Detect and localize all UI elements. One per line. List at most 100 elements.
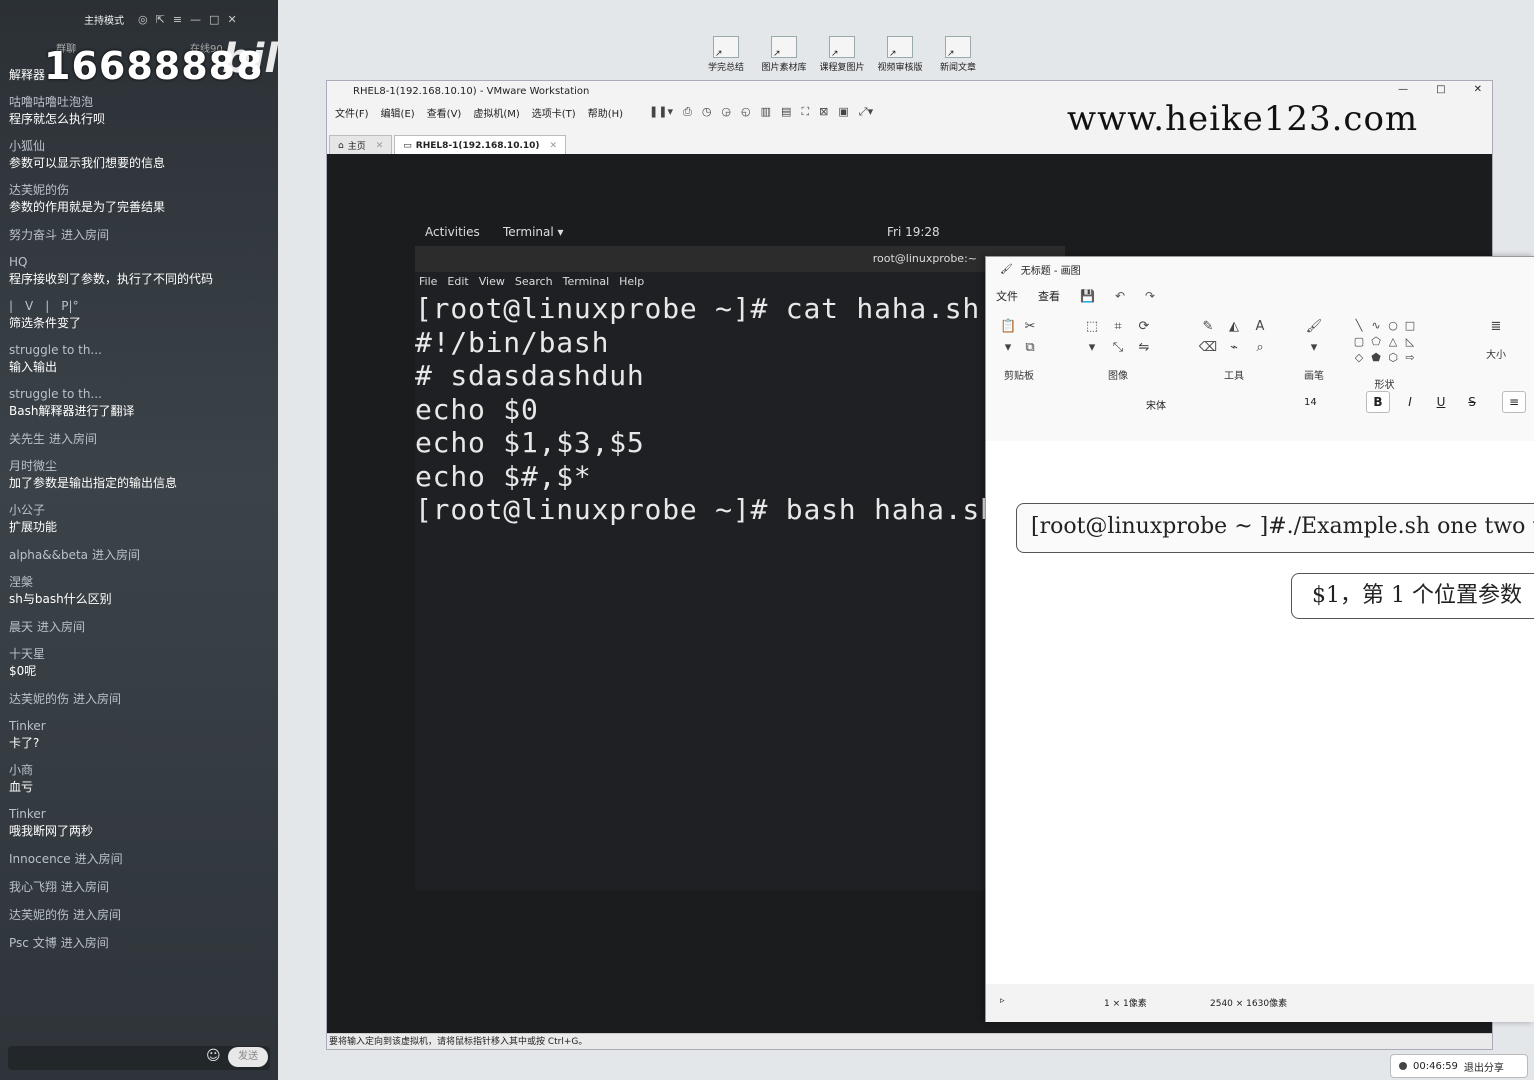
chat-username[interactable]: 月时微尘 xyxy=(9,458,270,474)
thumbnail-icon[interactable]: ▤ xyxy=(781,105,791,119)
brush-dropdown-icon[interactable]: ▾ xyxy=(1304,340,1324,355)
tab-home[interactable]: ⌂ 主页 ✕ xyxy=(329,135,393,155)
chat-username[interactable]: Psc 文博 xyxy=(9,936,57,950)
brush-icon[interactable]: 🖌 xyxy=(1304,319,1324,334)
undo-icon[interactable]: ↶ xyxy=(1115,289,1125,303)
chat-username[interactable]: 达芙妮的伤 xyxy=(9,692,69,706)
tab-vm[interactable]: ▭ RHEL8-1(192.168.10.10) ✕ xyxy=(394,135,567,155)
chat-username[interactable]: | V | P|° xyxy=(9,298,270,314)
picker-icon[interactable]: ⌁ xyxy=(1224,340,1244,355)
chat-username[interactable]: 涅槃 xyxy=(9,574,270,590)
cut-icon[interactable]: ✂ xyxy=(1022,319,1038,334)
popout-icon[interactable]: ⇱ xyxy=(156,13,165,26)
chat-username[interactable]: 我心飞翔 xyxy=(9,880,57,894)
bold-button[interactable]: B xyxy=(1366,391,1390,413)
terminal-menu-terminal[interactable]: Terminal xyxy=(563,272,610,292)
size-icon[interactable]: ≣ xyxy=(1486,319,1506,334)
terminal-menu-view[interactable]: View xyxy=(479,272,505,292)
roundrect-shape-icon[interactable]: ▢ xyxy=(1352,335,1366,348)
desktop-shortcut[interactable]: 图片素材库 xyxy=(754,36,814,73)
menu-view[interactable]: 查看(V) xyxy=(427,105,462,120)
terminal-menu-edit[interactable]: Edit xyxy=(447,272,468,292)
chat-username[interactable]: 咕噜咕噜吐泡泡 xyxy=(9,94,270,110)
snapshot-restore-icon[interactable]: ◶ xyxy=(721,105,731,119)
polygon-shape-icon[interactable]: ⬠ xyxy=(1369,335,1383,348)
chat-username[interactable]: Tinker xyxy=(9,806,270,822)
chat-username[interactable]: struggle to th... xyxy=(9,342,270,358)
snapshot-manager-icon[interactable]: ◵ xyxy=(741,105,751,119)
copy-icon[interactable]: ⧉ xyxy=(1022,340,1038,355)
flip-icon[interactable]: ⇋ xyxy=(1134,340,1154,355)
menu-edit[interactable]: 编辑(E) xyxy=(381,105,415,120)
terminal-menu-help[interactable]: Help xyxy=(619,272,644,292)
chat-username[interactable]: alpha&&beta xyxy=(9,548,88,562)
chat-username[interactable]: 关先生 xyxy=(9,432,45,446)
magnifier-icon[interactable]: ⌕ xyxy=(1250,340,1270,355)
paint-menu-file[interactable]: 文件 xyxy=(996,288,1018,304)
desktop-shortcut[interactable]: 视频审核版 xyxy=(870,36,930,73)
terminal-window[interactable]: root@linuxprobe:~ File Edit View Search … xyxy=(415,246,1065,891)
minimize-icon[interactable]: — xyxy=(190,13,201,26)
send-keys-icon[interactable]: ⎙ xyxy=(683,105,692,119)
chat-username[interactable]: 十天星 xyxy=(9,646,270,662)
terminal-menu-file[interactable]: File xyxy=(419,272,437,292)
chat-username[interactable]: Tinker xyxy=(9,718,270,734)
arrow-shape-icon[interactable]: ⇨ xyxy=(1403,351,1417,364)
diamond-shape-icon[interactable]: ◇ xyxy=(1352,351,1366,364)
chat-username[interactable]: 小商 xyxy=(9,762,270,778)
desktop-shortcut[interactable]: 学完总结 xyxy=(696,36,756,73)
unity-icon[interactable]: ⊠ xyxy=(819,105,828,119)
select-dropdown-icon[interactable]: ▾ xyxy=(1082,340,1102,355)
align-left-icon[interactable]: ≡ xyxy=(1502,391,1526,413)
close-tab-icon[interactable]: ✕ xyxy=(376,141,384,151)
oval-shape-icon[interactable]: ○ xyxy=(1386,319,1400,332)
terminal-app-menu[interactable]: Terminal ▾ xyxy=(503,225,564,239)
rotate-icon[interactable]: ⟳ xyxy=(1134,319,1154,334)
minimize-icon[interactable]: — xyxy=(1398,84,1408,95)
desktop-shortcut[interactable]: 新闻文章 xyxy=(928,36,988,73)
chat-username[interactable]: Innocence xyxy=(9,852,71,866)
pentagon-shape-icon[interactable]: ⬟ xyxy=(1369,351,1383,364)
activities-button[interactable]: Activities xyxy=(425,225,480,239)
menu-file[interactable]: 文件(F) xyxy=(335,105,369,120)
menu-vm[interactable]: 虚拟机(M) xyxy=(473,105,519,120)
select-icon[interactable]: ⬚ xyxy=(1082,319,1102,334)
text-icon[interactable]: A xyxy=(1250,319,1270,334)
font-size-select[interactable]: 14 xyxy=(1304,397,1317,408)
triangle-shape-icon[interactable]: △ xyxy=(1386,335,1400,348)
maximize-icon[interactable]: □ xyxy=(1436,84,1445,95)
chat-username[interactable]: 小公子 xyxy=(9,502,270,518)
chat-username[interactable]: 小狐仙 xyxy=(9,138,270,154)
menu-help[interactable]: 帮助(H) xyxy=(588,105,623,120)
rect-shape-icon[interactable]: □ xyxy=(1403,319,1417,332)
stretch-icon[interactable]: ⤢▾ xyxy=(859,105,873,119)
chat-username[interactable]: HQ xyxy=(9,254,270,270)
chat-username[interactable]: 晨天 xyxy=(9,620,33,634)
underline-button[interactable]: U xyxy=(1429,391,1453,413)
close-icon[interactable]: ✕ xyxy=(1474,84,1482,95)
paste-icon[interactable]: 📋 xyxy=(1000,319,1016,334)
line-shape-icon[interactable]: ╲ xyxy=(1352,319,1366,332)
hexagon-shape-icon[interactable]: ⬡ xyxy=(1386,351,1400,364)
italic-button[interactable]: I xyxy=(1398,391,1422,413)
chat-username[interactable]: 达芙妮的伤 xyxy=(9,908,69,922)
paint-menu-view[interactable]: 查看 xyxy=(1038,288,1060,304)
desktop-shortcut[interactable]: 课程复图片 xyxy=(812,36,872,73)
sidebar-icon[interactable]: ▥ xyxy=(761,105,771,119)
resize-icon[interactable]: ⤡ xyxy=(1108,340,1128,355)
exit-share-button[interactable]: 退出分享 xyxy=(1464,1059,1504,1074)
chat-username[interactable]: struggle to th... xyxy=(9,386,270,402)
emoji-icon[interactable]: ☺ xyxy=(206,1048,221,1064)
menu-icon[interactable]: ≡ xyxy=(173,13,182,26)
clock[interactable]: Fri 19:28 xyxy=(887,225,940,239)
console-icon[interactable]: ▣ xyxy=(838,105,848,119)
paint-canvas[interactable]: [root@linuxprobe ~ ]#./Example.sh one tw… xyxy=(986,441,1534,985)
terminal-menu-search[interactable]: Search xyxy=(515,272,553,292)
fill-icon[interactable]: ◭ xyxy=(1224,319,1244,334)
redo-icon[interactable]: ↷ xyxy=(1145,289,1155,303)
maximize-icon[interactable]: □ xyxy=(209,13,219,26)
pencil-icon[interactable]: ✎ xyxy=(1198,319,1218,334)
host-mode-label[interactable]: 主持模式 xyxy=(84,12,124,27)
chat-username[interactable]: 努力奋斗 xyxy=(9,228,57,242)
settings-icon[interactable]: ◎ xyxy=(138,13,148,26)
